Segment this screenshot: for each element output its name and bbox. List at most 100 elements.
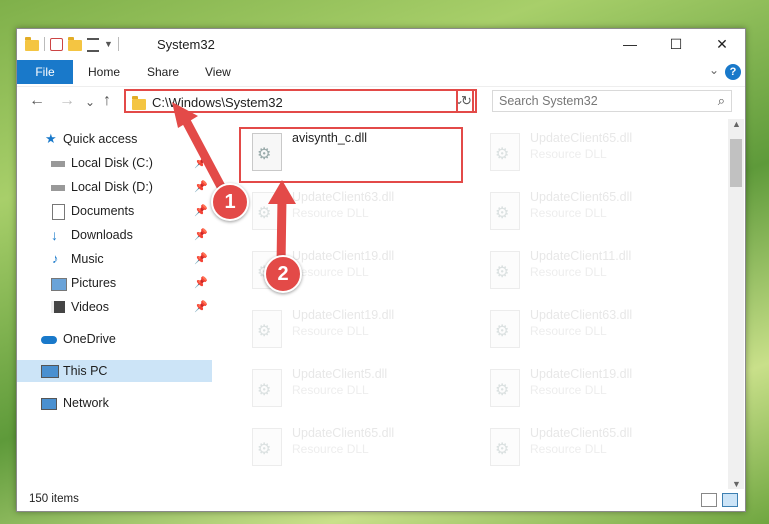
sidebar-item-label: Videos <box>71 300 109 314</box>
file-type: Resource DLL <box>530 383 607 397</box>
status-bar: 150 items <box>17 489 745 511</box>
file-type: Resource DLL <box>530 147 607 161</box>
file-item[interactable]: UpdateClient19.dll Resource DLL <box>244 306 474 362</box>
tab-share[interactable]: Share <box>147 60 179 84</box>
item-count: 150 items <box>29 493 79 505</box>
sidebar-item-pictures[interactable]: Pictures 📌 <box>17 272 212 294</box>
file-item[interactable]: UpdateClient63.dll Resource DLL <box>244 188 474 244</box>
window-title: System32 <box>157 37 215 52</box>
sidebar-item-music[interactable]: ♪ Music 📌 <box>17 248 212 270</box>
file-name: UpdateClient65.dll <box>530 426 633 440</box>
minimize-button[interactable]: — <box>607 29 653 59</box>
separator <box>117 37 119 51</box>
file-name: UpdateClient19.dll <box>530 367 633 381</box>
refresh-button[interactable]: ↻ <box>456 89 477 113</box>
file-name: UpdateClient63.dll <box>292 190 395 204</box>
file-name: UpdateClient5.dll <box>292 367 388 381</box>
dll-file-icon <box>490 310 520 348</box>
file-type: Resource DLL <box>292 442 369 456</box>
folder-icon[interactable] <box>25 36 39 51</box>
ribbon-tabs: File Home Share View ⌄ ? <box>17 60 745 84</box>
address-path[interactable]: C:\Windows\System32 <box>152 95 283 110</box>
step-2-badge: 2 <box>264 255 302 293</box>
sidebar-item-label: Documents <box>71 204 135 218</box>
sidebar-item-downloads[interactable]: ↓ Downloads 📌 <box>17 224 212 246</box>
search-placeholder[interactable]: Search System32 <box>499 94 598 108</box>
sidebar-item-local-disk-c[interactable]: Local Disk (C:) 📌 <box>17 152 212 174</box>
sidebar-item-label: Local Disk (C:) <box>71 156 153 170</box>
customize-icon[interactable] <box>87 38 99 52</box>
music-icon: ♪ <box>52 251 59 266</box>
scroll-down-icon[interactable]: ▼ <box>732 479 741 489</box>
tab-file[interactable]: File <box>17 60 73 84</box>
dll-file-icon <box>252 369 282 407</box>
file-item[interactable]: UpdateClient19.dll Resource DLL <box>482 365 712 421</box>
dll-file-icon <box>252 192 282 230</box>
maximize-button[interactable]: ☐ <box>653 29 699 59</box>
pictures-icon <box>51 278 67 291</box>
search-icon[interactable]: ⌕ <box>718 93 725 109</box>
pin-icon[interactable]: 📌 <box>194 272 208 294</box>
sidebar-item-this-pc[interactable]: This PC <box>17 360 212 382</box>
file-item[interactable]: UpdateClient65.dll Resource DLL <box>244 424 474 480</box>
file-item[interactable]: UpdateClient65.dll Resource DLL <box>482 424 712 480</box>
recent-locations-button[interactable]: ⌄ <box>85 95 95 109</box>
address-bar[interactable]: C:\Windows\System32 ⌄ <box>124 89 474 113</box>
file-name: UpdateClient65.dll <box>292 426 395 440</box>
file-item[interactable]: UpdateClient5.dll Resource DLL <box>244 365 474 421</box>
sidebar-item-network[interactable]: Network <box>17 392 212 414</box>
quick-access-toolbar: ▼ <box>25 36 119 52</box>
separator <box>44 37 45 51</box>
file-name: UpdateClient65.dll <box>530 190 633 204</box>
explorer-window: ▼ System32 — ☐ ✕ File Home Share View ⌄ … <box>16 28 746 512</box>
tab-view[interactable]: View <box>205 60 231 84</box>
pin-icon[interactable]: 📌 <box>194 152 208 174</box>
pin-icon[interactable]: 📌 <box>194 248 208 270</box>
scroll-up-icon[interactable]: ▲ <box>732 119 741 129</box>
back-button[interactable]: ← <box>29 92 45 110</box>
scrollbar-thumb[interactable] <box>730 139 742 187</box>
forward-button[interactable]: → <box>59 92 75 110</box>
properties-icon[interactable] <box>50 37 63 51</box>
file-list: avisynth_c.dll UpdateClient65.dll Resour… <box>214 119 727 489</box>
help-icon[interactable]: ? <box>725 64 741 80</box>
file-item[interactable]: UpdateClient63.dll Resource DLL <box>482 306 712 362</box>
sidebar-item-onedrive[interactable]: OneDrive <box>17 328 212 350</box>
file-item[interactable]: UpdateClient11.dll Resource DLL <box>482 247 712 303</box>
sidebar-item-label: Quick access <box>63 132 138 146</box>
file-name: UpdateClient65.dll <box>530 131 633 145</box>
new-folder-icon[interactable] <box>68 36 82 51</box>
qat-dropdown-icon[interactable]: ▼ <box>104 39 113 49</box>
file-type: Resource DLL <box>530 442 607 456</box>
up-button[interactable]: ↑ <box>103 92 111 110</box>
sidebar-item-videos[interactable]: Videos 📌 <box>17 296 212 318</box>
file-name: UpdateClient19.dll <box>292 249 395 263</box>
sidebar-item-local-disk-d[interactable]: Local Disk (D:) 📌 <box>17 176 212 198</box>
sidebar-item-quick-access[interactable]: ★ Quick access <box>17 128 212 150</box>
navigation-bar: ← → ⌄ ↑ C:\Windows\System32 ⌄ ↻ Search S… <box>17 86 745 117</box>
vertical-scrollbar[interactable]: ▲ ▼ <box>728 119 744 489</box>
sidebar-item-label: Network <box>63 396 109 410</box>
details-view-icon[interactable] <box>701 493 717 507</box>
file-name: UpdateClient11.dll <box>530 249 632 263</box>
title-bar: ▼ System32 — ☐ ✕ <box>17 29 745 59</box>
tab-home[interactable]: Home <box>88 60 120 84</box>
pin-icon[interactable]: 📌 <box>194 200 208 222</box>
pin-icon[interactable]: 📌 <box>194 176 208 198</box>
dll-file-icon <box>252 310 282 348</box>
file-item[interactable]: UpdateClient65.dll Resource DLL <box>482 188 712 244</box>
file-item[interactable]: UpdateClient65.dll Resource DLL <box>482 129 712 185</box>
sidebar-item-documents[interactable]: Documents 📌 <box>17 200 212 222</box>
pin-icon[interactable]: 📌 <box>194 224 208 246</box>
expand-ribbon-icon[interactable]: ⌄ <box>709 63 719 77</box>
star-icon: ★ <box>45 131 57 146</box>
search-box[interactable]: Search System32 ⌕ <box>492 90 732 112</box>
file-type: Resource DLL <box>292 206 369 220</box>
documents-icon <box>52 204 65 220</box>
dll-file-icon <box>490 192 520 230</box>
large-icons-view-icon[interactable] <box>722 493 738 507</box>
close-button[interactable]: ✕ <box>699 29 745 59</box>
videos-icon <box>51 301 65 313</box>
pin-icon[interactable]: 📌 <box>194 296 208 318</box>
dll-file-icon <box>490 428 520 466</box>
